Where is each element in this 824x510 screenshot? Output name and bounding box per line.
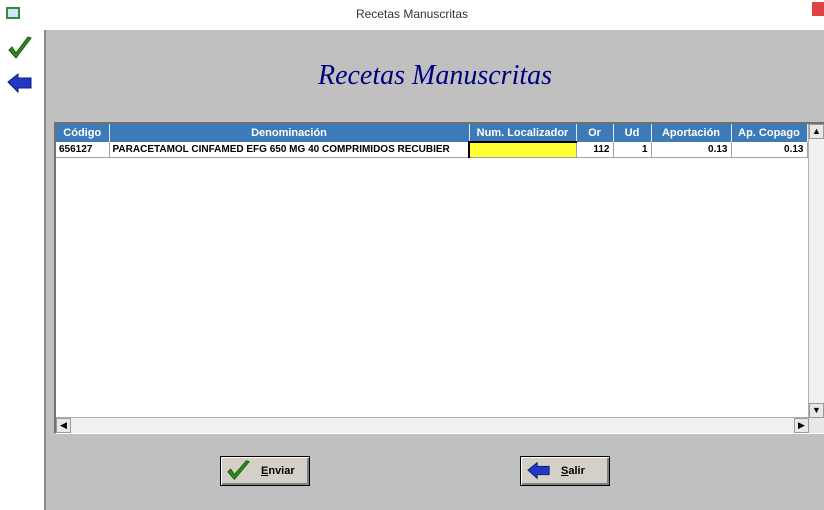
send-button[interactable]: Enviar (220, 456, 310, 486)
back-arrow-icon (7, 72, 32, 94)
table-header: Código Denominación Num. Localizador Or … (56, 124, 808, 142)
cell-ud: 1 (613, 142, 652, 158)
scroll-down-icon[interactable]: ▼ (809, 403, 824, 418)
col-localizador[interactable]: Num. Localizador (469, 124, 577, 142)
toolbar-sidebar (0, 30, 38, 510)
send-button-label: Enviar (261, 465, 295, 477)
scroll-up-icon[interactable]: ▲ (809, 124, 824, 139)
checkmark-icon (8, 36, 32, 59)
prescriptions-grid[interactable]: Código Denominación Num. Localizador Or … (54, 122, 824, 434)
col-aportacion[interactable]: Aportación (651, 124, 732, 142)
back-arrow-icon (527, 461, 550, 480)
scroll-left-icon[interactable]: ◀ (56, 418, 71, 433)
horizontal-scrollbar[interactable]: ◀ ▶ (56, 417, 809, 433)
exit-button[interactable]: Salir (520, 456, 610, 486)
vertical-scrollbar[interactable]: ▲ ▼ (808, 124, 824, 418)
cell-aportacion: 0.13 (651, 142, 732, 158)
close-button[interactable] (812, 2, 824, 16)
accept-button[interactable] (5, 34, 35, 64)
localizador-input[interactable] (468, 141, 577, 158)
col-denominacion[interactable]: Denominación (109, 124, 470, 142)
col-or[interactable]: Or (576, 124, 614, 142)
window-title: Recetas Manuscritas (355, 7, 469, 21)
col-ud[interactable]: Ud (613, 124, 652, 142)
cell-denominacion: PARACETAMOL CINFAMED EFG 650 MG 40 COMPR… (109, 142, 470, 158)
prescriptions-table: Código Denominación Num. Localizador Or … (56, 124, 808, 158)
cell-or: 112 (576, 142, 614, 158)
title-bar: Recetas Manuscritas (0, 0, 824, 30)
scroll-right-icon[interactable]: ▶ (794, 418, 809, 433)
col-copago[interactable]: Ap. Copago (731, 124, 808, 142)
scroll-corner (809, 418, 824, 433)
back-button[interactable] (5, 68, 35, 98)
col-codigo[interactable]: Código (56, 124, 110, 142)
cell-codigo: 656127 (56, 142, 110, 158)
main-panel: Recetas Manuscritas Código Denominación … (44, 30, 824, 510)
form-heading: Recetas Manuscritas (317, 60, 553, 91)
table-row[interactable]: 656127 PARACETAMOL CINFAMED EFG 650 MG 4… (56, 141, 808, 158)
exit-button-label: Salir (561, 465, 585, 477)
cell-copago: 0.13 (731, 142, 808, 158)
checkmark-icon (227, 460, 250, 481)
